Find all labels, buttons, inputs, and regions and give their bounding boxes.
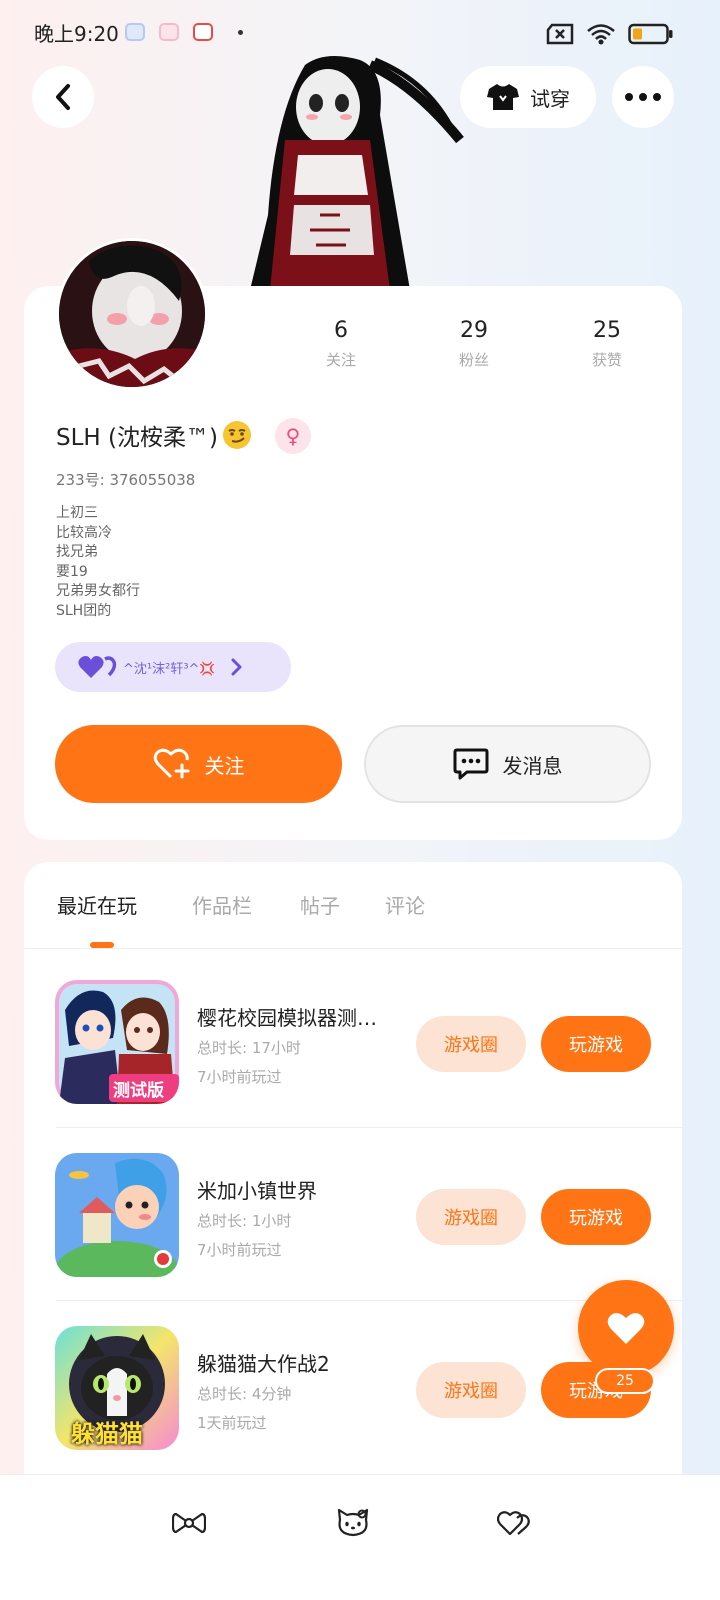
user-id[interactable]: 233号: 376055038 — [56, 469, 195, 490]
game-last-played: 7小时前玩过 — [197, 1241, 282, 1259]
game-row[interactable]: 测试版 樱花校园模拟器测… 总时长: 17小时 7小时前玩过 游戏圈 玩游戏 — [24, 958, 682, 1128]
stat-likes-label: 获赞 — [591, 351, 622, 369]
chat-bubble-icon — [453, 748, 488, 780]
game-row[interactable]: 米加小镇世界 总时长: 1小时 7小时前玩过 游戏圈 玩游戏 — [24, 1131, 682, 1301]
stat-following[interactable]: 6 关注 — [291, 318, 391, 370]
app-notification-icon — [193, 23, 213, 41]
app-notification-icon — [159, 23, 179, 41]
game-name: 樱花校园模拟器测… — [197, 1006, 377, 1030]
toca-world-icon[interactable] — [55, 1153, 179, 1277]
bio-line: 找兄弟 — [56, 544, 98, 560]
bottom-nav — [0, 1474, 720, 1600]
game-circle-button[interactable]: 游戏圈 — [416, 1362, 526, 1418]
sakura-school-icon[interactable]: 测试版 — [55, 980, 179, 1104]
hide-cat-icon[interactable]: 躲猫猫 — [55, 1326, 179, 1450]
wifi-icon — [587, 24, 615, 45]
stat-following-label: 关注 — [325, 351, 356, 369]
gender-female-icon: ♀ — [275, 418, 311, 454]
like-button[interactable] — [578, 1280, 674, 1376]
test-version-badge: 测试版 — [113, 1081, 164, 1101]
stat-following-value: 6 — [334, 318, 348, 343]
hide-cat-title-badge: 躲猫猫 — [71, 1420, 143, 1448]
tryon-button[interactable]: 试穿 — [460, 66, 596, 128]
tab-posts[interactable]: 帖子 — [300, 890, 340, 919]
tab-comments[interactable]: 评论 — [385, 890, 425, 919]
game-name: 躲猫猫大作战2 — [197, 1352, 330, 1376]
bow-icon[interactable] — [171, 1505, 207, 1541]
bio-line: 兄弟男女都行 — [56, 583, 140, 599]
smirk-emoji-icon — [222, 421, 251, 449]
stat-followers-label: 粉丝 — [458, 351, 489, 369]
status-time: 晚上9:20 — [34, 22, 119, 46]
game-circle-button[interactable]: 游戏圈 — [416, 1016, 526, 1072]
send-message-label: 发消息 — [502, 753, 563, 778]
bio-line: 上初三 — [56, 505, 98, 521]
tshirt-icon — [487, 84, 519, 110]
chevron-right-icon — [231, 658, 242, 676]
play-game-button[interactable]: 玩游戏 — [541, 1189, 651, 1245]
tab-recently-played[interactable]: 最近在玩 — [57, 890, 137, 919]
fan-group-name: ^沈¹沫²轩³^💢 — [123, 661, 216, 677]
stat-followers-value: 29 — [460, 318, 488, 343]
battery-icon — [628, 23, 673, 45]
sim-missing-icon — [546, 23, 574, 45]
heart-plus-icon — [153, 748, 189, 779]
username-text: SLH (沈桉柔™) — [56, 425, 218, 451]
tab-works[interactable]: 作品栏 — [192, 890, 252, 919]
tryon-label: 试穿 — [530, 86, 570, 111]
more-dots-icon — [625, 93, 661, 101]
fan-group-badge[interactable]: ^沈¹沫²轩³^💢 — [55, 642, 291, 692]
follow-label: 关注 — [204, 753, 245, 778]
character-avatar-illustration — [250, 55, 470, 290]
game-circle-button[interactable]: 游戏圈 — [416, 1189, 526, 1245]
like-count: 25 — [595, 1368, 655, 1394]
send-message-button[interactable]: 发消息 — [364, 725, 651, 803]
stat-likes[interactable]: 25 获赞 — [557, 318, 657, 370]
game-duration: 总时长: 4分钟 — [197, 1385, 292, 1403]
game-duration: 总时长: 17小时 — [197, 1039, 301, 1057]
bio-line: SLH团的 — [56, 602, 112, 619]
heart-icon — [607, 1312, 645, 1344]
more-notifications-dot — [238, 30, 243, 35]
follow-button[interactable]: 关注 — [55, 725, 342, 803]
bio-line: 要19 — [56, 563, 88, 580]
game-duration: 总时长: 1小时 — [197, 1212, 292, 1230]
chevron-left-icon — [56, 84, 70, 110]
tabs-divider — [24, 948, 682, 949]
play-game-button[interactable]: 玩游戏 — [541, 1016, 651, 1072]
stat-likes-value: 25 — [593, 318, 621, 343]
more-options-button[interactable] — [612, 66, 674, 128]
row-divider — [56, 1127, 682, 1128]
game-name: 米加小镇世界 — [197, 1179, 317, 1203]
kitty-face-icon[interactable] — [335, 1505, 371, 1541]
back-button[interactable] — [32, 66, 94, 128]
avatar[interactable] — [56, 238, 208, 390]
hearts-icon — [78, 656, 117, 678]
bio-line: 比较高冷 — [56, 524, 112, 541]
game-last-played: 1天前玩过 — [197, 1414, 267, 1432]
username: SLH (沈桉柔™) — [56, 418, 252, 452]
bio: 上初三 比较高冷 找兄弟 要19 兄弟男女都行 SLH团的 — [56, 504, 356, 621]
double-heart-icon[interactable] — [496, 1505, 532, 1541]
stat-followers[interactable]: 29 粉丝 — [424, 318, 524, 370]
app-notification-icon — [125, 23, 145, 41]
game-last-played: 7小时前玩过 — [197, 1068, 282, 1086]
